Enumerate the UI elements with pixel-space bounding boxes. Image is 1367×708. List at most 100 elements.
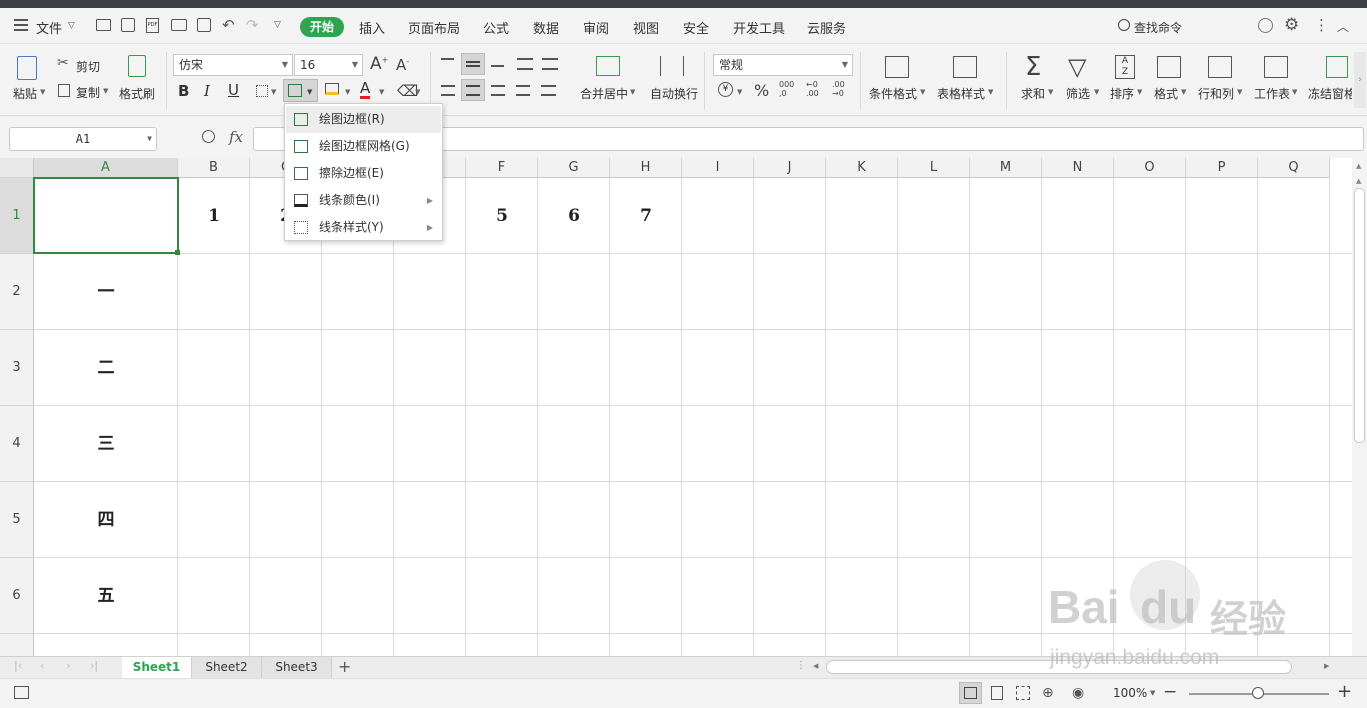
scroll-left-icon[interactable]: ◀ — [813, 662, 818, 670]
tab-insert[interactable]: 插入 — [359, 18, 385, 37]
font-size-select[interactable]: 16 ▼ — [294, 54, 363, 76]
column-header-a[interactable]: A — [34, 158, 178, 178]
increase-indent-icon[interactable] — [542, 58, 558, 70]
number-format-select[interactable]: 常规 ▼ — [713, 54, 853, 76]
column-header-m[interactable]: M — [970, 158, 1042, 178]
merge-center-icon[interactable] — [596, 56, 620, 76]
menu-item-erase-border[interactable]: 擦除边框(E) — [286, 160, 441, 187]
cell-a2[interactable]: 一 — [34, 254, 178, 330]
format-button[interactable]: 格式 — [1154, 85, 1178, 102]
distribute-icon[interactable] — [541, 85, 556, 96]
row-header-4[interactable]: 4 — [0, 406, 34, 482]
fx-icon[interactable]: fx — [229, 128, 243, 146]
italic-icon[interactable]: I — [204, 82, 210, 100]
scroll-up2-icon[interactable]: ▲ — [1356, 177, 1361, 185]
align-bottom-icon[interactable] — [491, 63, 504, 67]
cell-b1[interactable]: 1 — [178, 178, 250, 254]
selected-cell-a1[interactable] — [33, 177, 179, 254]
thousands-icon[interactable]: 000,0 — [779, 80, 794, 98]
sum-icon[interactable]: Σ — [1025, 52, 1041, 82]
sort-icon[interactable]: AZ — [1115, 55, 1135, 79]
page-layout-icon[interactable]: ⊕ — [1042, 685, 1054, 701]
zoom-level[interactable]: 100% — [1113, 686, 1147, 700]
sum-dropdown-icon[interactable]: ▼ — [1048, 88, 1053, 96]
spreadsheet-grid[interactable]: ABCDEFGHIJKLMNOPQ 1234567 12567一二三四五 — [0, 158, 1352, 656]
decrease-font-icon[interactable]: A- — [396, 56, 409, 74]
draw-border-dropdown-icon[interactable]: ▼ — [307, 88, 312, 96]
vertical-scroll-thumb[interactable] — [1354, 188, 1365, 443]
filter-dropdown-icon[interactable]: ▼ — [1094, 88, 1099, 96]
copy-icon[interactable] — [58, 84, 70, 97]
format-painter-icon[interactable] — [128, 55, 146, 77]
format-icon[interactable] — [1157, 56, 1181, 78]
tab-review[interactable]: 审阅 — [583, 18, 609, 37]
fill-color-icon[interactable] — [325, 83, 339, 95]
scissors-icon[interactable]: ✂ — [57, 55, 69, 71]
print-icon[interactable] — [171, 19, 187, 31]
currency-dropdown-icon[interactable]: ▼ — [737, 88, 742, 96]
tab-view[interactable]: 视图 — [633, 18, 659, 37]
undo-icon[interactable]: ↶ — [222, 16, 235, 34]
column-header-j[interactable]: J — [754, 158, 826, 178]
cut-button[interactable]: 剪切 — [76, 58, 100, 75]
column-header-p[interactable]: P — [1186, 158, 1258, 178]
row-header-6[interactable]: 6 — [0, 558, 34, 634]
conditional-format-icon[interactable] — [885, 56, 909, 78]
paste-icon[interactable] — [17, 56, 37, 80]
worksheet-dropdown-icon[interactable]: ▼ — [1292, 88, 1297, 96]
font-color-icon[interactable]: A — [360, 80, 371, 99]
chevron-down-icon[interactable]: ▽ — [68, 21, 75, 31]
split-handle-icon[interactable]: ⋮ — [796, 660, 806, 671]
font-name-select[interactable]: 仿宋 ▼ — [173, 54, 293, 76]
wrap-text-button[interactable]: 自动换行 — [650, 85, 698, 102]
fill-color-dropdown-icon[interactable]: ▼ — [345, 88, 350, 96]
format-painter-button[interactable]: 格式刷 — [119, 85, 155, 102]
rows-cols-dropdown-icon[interactable]: ▼ — [1237, 88, 1242, 96]
zoom-dropdown-icon[interactable]: ▼ — [1150, 689, 1155, 697]
conditional-format-button[interactable]: 条件格式 — [869, 85, 917, 102]
select-all-corner[interactable] — [0, 158, 34, 178]
row-header-3[interactable]: 3 — [0, 330, 34, 406]
merge-dropdown-icon[interactable]: ▼ — [630, 88, 635, 96]
cond-dropdown-icon[interactable]: ▼ — [920, 88, 925, 96]
last-sheet-icon[interactable]: ›| — [90, 659, 98, 672]
increase-decimal-icon[interactable]: ←0.00 — [806, 80, 819, 98]
tab-cloud[interactable]: 云服务 — [807, 18, 846, 37]
horizontal-scroll-thumb[interactable] — [826, 660, 1292, 674]
cell-a6[interactable]: 五 — [34, 558, 178, 634]
table-style-icon[interactable] — [953, 56, 977, 78]
tab-security[interactable]: 安全 — [683, 18, 709, 37]
sum-button[interactable]: 求和 — [1021, 85, 1045, 102]
reading-view-icon[interactable] — [991, 686, 1003, 700]
ribbon-scroll-right-icon[interactable]: › — [1354, 52, 1366, 108]
hamburger-icon[interactable] — [14, 19, 28, 31]
font-color-dropdown-icon[interactable]: ▼ — [379, 88, 384, 96]
column-header-q[interactable]: Q — [1258, 158, 1330, 178]
wrap-text-icon[interactable] — [660, 56, 684, 76]
increase-font-icon[interactable]: A+ — [370, 54, 388, 74]
row-header-2[interactable]: 2 — [0, 254, 34, 330]
sheet-tab-sheet2[interactable]: Sheet2 — [192, 657, 262, 679]
currency-icon[interactable]: ¥ — [718, 82, 733, 97]
copy-dropdown-icon[interactable]: ▼ — [103, 87, 108, 95]
column-header-o[interactable]: O — [1114, 158, 1186, 178]
worksheet-button[interactable]: 工作表 — [1254, 85, 1290, 102]
sort-button[interactable]: 排序 — [1110, 85, 1134, 102]
row-header-1[interactable]: 1 — [0, 178, 34, 254]
print-preview-icon[interactable] — [197, 18, 211, 32]
menu-item-line-color[interactable]: 线条颜色(I) ▶ — [286, 187, 441, 214]
column-header-g[interactable]: G — [538, 158, 610, 178]
bold-icon[interactable]: B — [178, 82, 189, 100]
page-break-icon[interactable] — [1016, 686, 1030, 700]
pdf-icon[interactable]: PDF — [146, 18, 159, 33]
justify-icon[interactable] — [516, 85, 530, 96]
cell-h1[interactable]: 7 — [610, 178, 682, 254]
decrease-indent-icon[interactable] — [517, 58, 533, 70]
column-header-b[interactable]: B — [178, 158, 250, 178]
rows-cols-button[interactable]: 行和列 — [1198, 85, 1234, 102]
collapse-ribbon-icon[interactable]: ︿ — [1337, 18, 1349, 35]
cell-a5[interactable]: 四 — [34, 482, 178, 558]
scroll-up-icon[interactable]: ▲ — [1356, 162, 1361, 170]
gear-icon[interactable]: ⚙ — [1284, 15, 1299, 35]
table-style-dropdown-icon[interactable]: ▼ — [988, 88, 993, 96]
